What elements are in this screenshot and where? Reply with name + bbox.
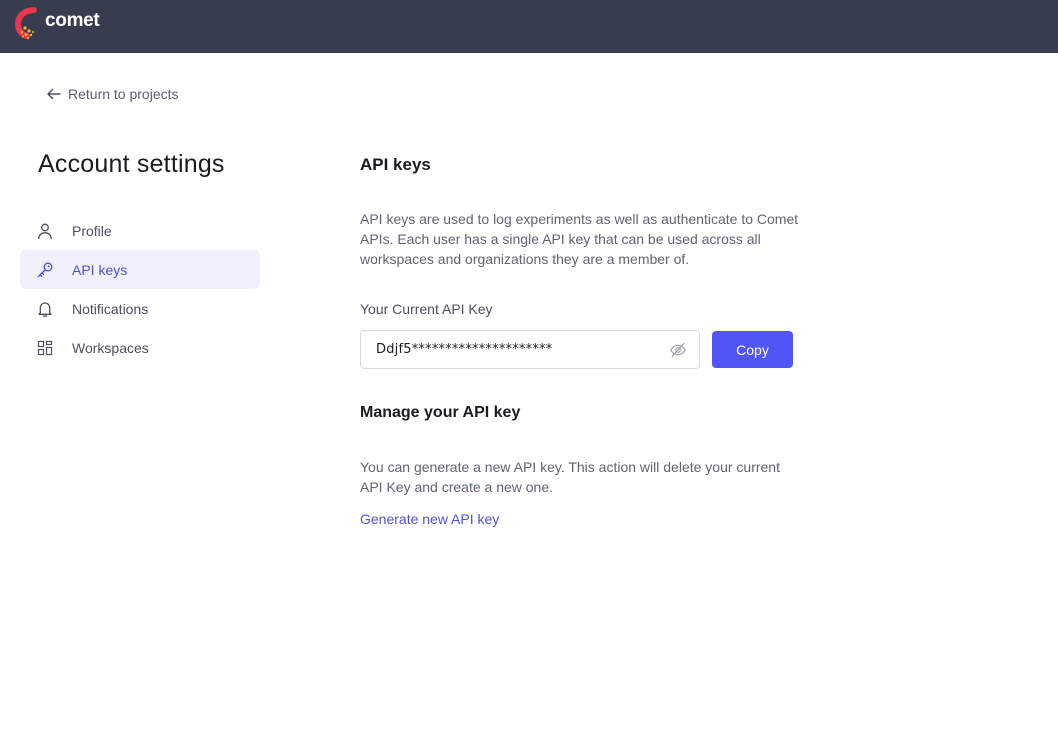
top-bar: comet [0,0,1058,53]
manage-api-key-title: Manage your API key [360,404,521,421]
sidebar-item-workspaces[interactable]: Workspaces [20,328,260,367]
sidebar-item-label: API keys [72,261,128,278]
return-to-projects-link[interactable]: Return to projects [45,85,179,103]
key-icon [36,261,54,279]
settings-sidebar: Profile API keys Notifications Workspace… [20,211,260,367]
generate-api-key-link[interactable]: Generate new API key [360,511,800,527]
page-title: Account settings [38,150,225,178]
sidebar-item-profile[interactable]: Profile [20,211,260,250]
sidebar-item-notifications[interactable]: Notifications [20,289,260,328]
workspaces-grid-icon [36,339,54,357]
manage-api-key-description: You can generate a new API key. This act… [360,459,780,495]
api-keys-title: API keys [360,155,431,174]
sidebar-item-label: Workspaces [72,339,149,356]
api-key-row: Ddjf5********************* Copy [360,330,800,369]
arrow-left-icon [47,88,61,100]
sidebar-item-label: Profile [72,222,112,239]
api-keys-description: API keys are used to log experiments as … [360,211,799,267]
bell-icon [36,300,54,318]
sidebar-item-api-keys[interactable]: API keys [20,250,260,289]
api-keys-panel: API keys API keys are used to log experi… [360,155,800,527]
api-key-field[interactable]: Ddjf5********************* [360,330,700,369]
comet-logo-icon [14,7,37,40]
copy-button[interactable]: Copy [712,331,793,368]
user-icon [36,222,54,240]
sidebar-item-label: Notifications [72,300,149,317]
eye-off-icon[interactable] [669,341,687,359]
return-to-projects-label: Return to projects [68,86,179,102]
brand-name: comet [45,10,100,31]
brand-logo[interactable]: comet [14,5,100,41]
current-api-key-label: Your Current API Key [360,301,493,317]
api-key-value: Ddjf5********************* [376,342,553,357]
